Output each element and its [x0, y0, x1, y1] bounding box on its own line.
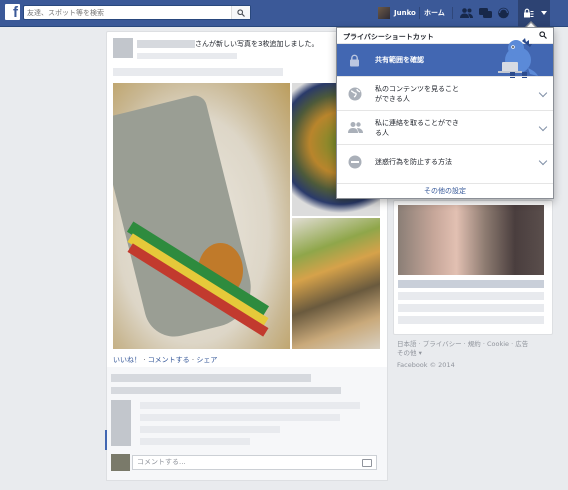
search-button[interactable]	[231, 6, 250, 19]
commenter-avatars	[111, 400, 131, 446]
menu-item-label-line2: ができる人	[375, 95, 410, 103]
friend-requests-icon[interactable]	[460, 7, 473, 19]
globe-icon	[348, 87, 362, 101]
block-icon	[348, 155, 362, 169]
sidebar-photo[interactable]	[398, 205, 544, 275]
comment-line	[140, 426, 280, 433]
profile-link[interactable]: Junko	[378, 6, 416, 20]
post-photo-3[interactable]	[292, 218, 380, 349]
page-footer: 日本語 · プライバシー · 規約 · Cookie · 広告 その他 ▾ Fa…	[397, 340, 547, 370]
facebook-logo[interactable]: f	[5, 4, 20, 21]
comment-highlight-bar	[105, 430, 107, 450]
author-name[interactable]	[137, 40, 195, 48]
menu-item-label: 迷惑行為を防止する方法	[375, 158, 452, 166]
menu-title: プライバシーショートカット	[343, 33, 434, 41]
privacy-dinosaur-illustration	[498, 38, 538, 78]
post-actions: いいね！ · コメントする · シェア	[113, 356, 218, 364]
camera-icon[interactable]	[362, 459, 372, 467]
privacy-shortcuts-menu: プライバシーショートカット 共有範囲を確認 私のコンテンツを見ること ができる人 …	[336, 27, 554, 199]
home-link[interactable]: ホーム	[424, 6, 445, 20]
likes-summary[interactable]	[111, 374, 311, 382]
post-timestamp[interactable]	[137, 53, 237, 59]
notifications-icon[interactable]	[497, 7, 510, 19]
footer-copyright: Facebook © 2014	[397, 361, 455, 369]
sidebar-line	[398, 316, 544, 324]
post-photo-main[interactable]	[113, 83, 290, 349]
sidebar-line	[398, 280, 544, 288]
like-link[interactable]: いいね！	[113, 356, 141, 364]
chevron-down-icon	[538, 88, 548, 98]
comment-line	[111, 387, 341, 394]
chevron-down-icon	[538, 156, 548, 166]
menu-item-label-line1: 私のコンテンツを見ること	[375, 85, 459, 93]
author-avatar[interactable]	[113, 38, 133, 58]
post-text	[113, 68, 283, 76]
menu-item-label-line2: る人	[375, 129, 389, 137]
search-input[interactable]	[24, 6, 230, 19]
sidebar-line	[398, 292, 544, 300]
comment-line	[140, 414, 340, 421]
menu-item-content-visibility[interactable]: 私のコンテンツを見ること ができる人	[337, 76, 553, 110]
footer-links[interactable]: 日本語 · プライバシー · 規約 · Cookie · 広告	[397, 340, 547, 349]
comment-line	[140, 438, 250, 445]
my-avatar	[111, 454, 130, 471]
menu-item-label-line1: 私に連絡を取ることができ	[375, 119, 459, 127]
share-link[interactable]: シェア	[196, 356, 217, 364]
menu-item-stop-harassment[interactable]: 迷惑行為を防止する方法	[337, 144, 553, 178]
menu-item-who-can-contact[interactable]: 私に連絡を取ることができ る人	[337, 110, 553, 144]
account-caret-icon[interactable]	[541, 11, 547, 15]
lock-icon	[350, 54, 359, 67]
chevron-down-icon	[538, 122, 548, 132]
messages-icon[interactable]	[479, 7, 492, 19]
more-settings-link[interactable]: その他の設定	[337, 183, 553, 198]
comment-link[interactable]: コメントする	[148, 356, 190, 364]
people-icon	[348, 122, 363, 133]
sidebar-line	[398, 304, 544, 312]
menu-item-label: 共有範囲を確認	[375, 56, 424, 64]
search-box	[23, 5, 251, 20]
top-bar: f Junko ホーム	[0, 0, 568, 27]
search-icon[interactable]	[539, 31, 547, 39]
divider	[419, 7, 420, 19]
avatar	[378, 7, 390, 19]
footer-more[interactable]: その他 ▾	[397, 349, 547, 358]
comment-line	[140, 402, 360, 409]
search-icon	[237, 9, 245, 17]
comment-input[interactable]: コメントする...	[132, 455, 377, 470]
user-name: Junko	[394, 9, 416, 17]
divider	[452, 7, 453, 19]
menu-item-who-can-see[interactable]: 共有範囲を確認	[337, 38, 553, 78]
privacy-shortcuts-icon	[524, 8, 534, 18]
post-header-text: さんが新しい写真を3枚追加しました。	[195, 40, 319, 48]
